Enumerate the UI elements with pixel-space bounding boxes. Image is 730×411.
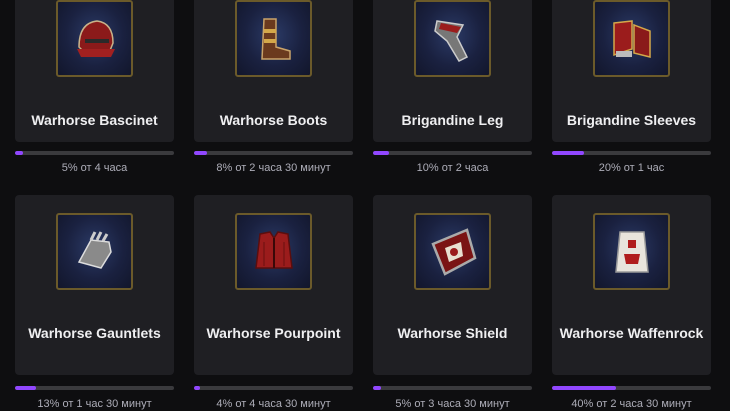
reward-thumbnail	[235, 213, 312, 290]
progress-bar	[373, 386, 532, 390]
shield-icon	[430, 227, 476, 276]
reward-name: Warhorse Bascinet	[31, 112, 158, 128]
progress-text: 13% от 1 час 30 минут	[37, 398, 152, 410]
progress-bar	[15, 151, 174, 155]
progress-fill	[373, 151, 389, 155]
reward-tile[interactable]: Brigandine Leg	[373, 0, 532, 142]
reward-name: Warhorse Pourpoint	[206, 325, 341, 341]
progress-bar	[194, 151, 353, 155]
reward-tile[interactable]: Warhorse Boots	[194, 0, 353, 142]
pourpoint-icon	[254, 230, 293, 269]
reward-thumbnail	[56, 213, 133, 290]
helmet-icon	[76, 19, 115, 57]
reward-tile[interactable]: Brigandine Sleeves	[552, 0, 711, 142]
boots-icon	[260, 17, 291, 60]
reward-thumbnail	[593, 213, 670, 290]
progress-bar	[194, 386, 353, 390]
progress-bar	[15, 386, 174, 390]
reward-tile[interactable]: Warhorse Waffenrock	[552, 195, 711, 375]
progress-fill	[552, 151, 584, 155]
reward-tile[interactable]: Warhorse Pourpoint	[194, 195, 353, 375]
progress-bar	[373, 151, 532, 155]
reward-tile[interactable]: Warhorse Gauntlets	[15, 195, 174, 375]
gauntlets-icon	[77, 230, 112, 269]
progress-fill	[15, 386, 36, 390]
progress-fill	[552, 386, 616, 390]
reward-tile[interactable]: Warhorse Bascinet	[15, 0, 174, 142]
progress-text: 10% от 2 часа	[416, 162, 489, 174]
rewards-grid: Warhorse Bascinet 5% от 4 часа Warhorse …	[0, 0, 730, 411]
progress-fill	[15, 151, 23, 155]
reward-thumbnail	[414, 0, 491, 77]
progress-text: 4% от 4 часа 30 минут	[216, 398, 331, 410]
progress-text: 5% от 3 часа 30 минут	[395, 398, 510, 410]
progress-text: 40% от 2 часа 30 минут	[571, 398, 692, 410]
reward-name: Brigandine Leg	[401, 112, 504, 128]
progress-text: 20% от 1 час	[598, 162, 665, 174]
reward-tile[interactable]: Warhorse Shield	[373, 195, 532, 375]
leg-armor-icon	[433, 19, 468, 62]
waffenrock-icon	[614, 230, 649, 273]
progress-bar	[552, 151, 711, 155]
progress-fill	[194, 151, 207, 155]
progress-fill	[194, 386, 201, 390]
sleeves-icon	[612, 19, 651, 58]
progress-text: 5% от 4 часа	[61, 162, 128, 174]
reward-thumbnail	[56, 0, 133, 77]
reward-name: Brigandine Sleeves	[566, 112, 697, 128]
reward-name: Warhorse Shield	[397, 325, 508, 341]
reward-name: Warhorse Boots	[219, 112, 328, 128]
progress-fill	[373, 386, 381, 390]
progress-bar	[552, 386, 711, 390]
reward-name: Warhorse Waffenrock	[559, 325, 704, 341]
reward-thumbnail	[414, 213, 491, 290]
reward-name: Warhorse Gauntlets	[28, 325, 161, 341]
progress-text: 8% от 2 часа 30 минут	[216, 162, 331, 174]
reward-thumbnail	[593, 0, 670, 77]
reward-thumbnail	[235, 0, 312, 77]
